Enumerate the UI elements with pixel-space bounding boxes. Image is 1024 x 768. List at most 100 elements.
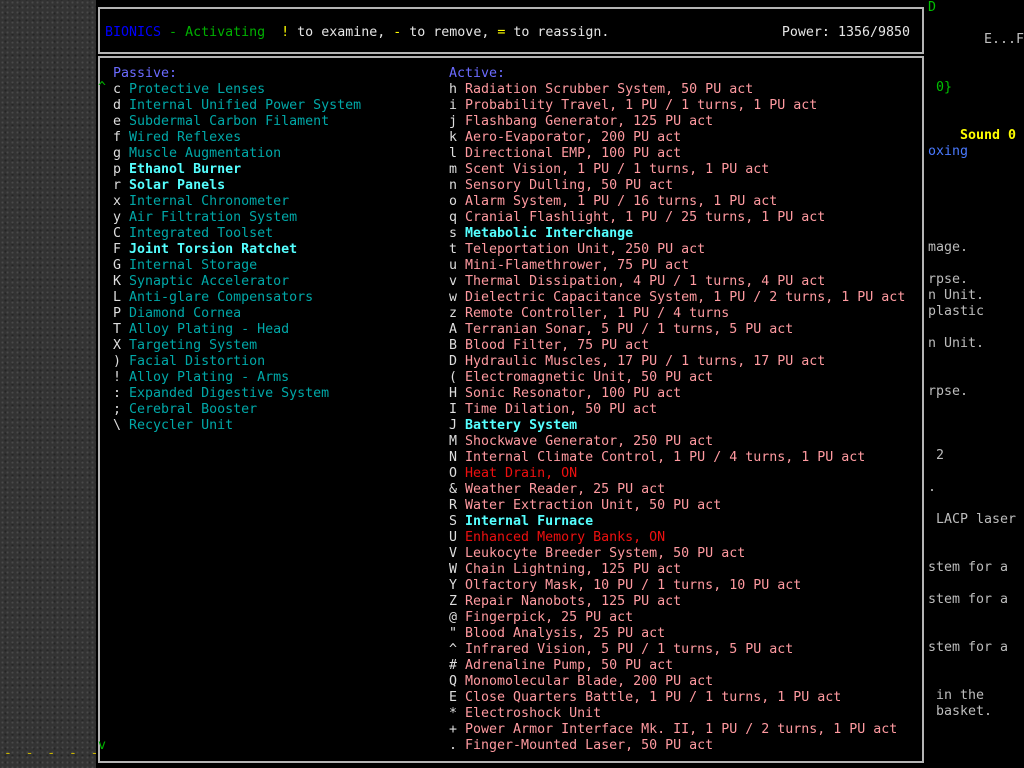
active-bionic-item[interactable]: ^ Infrared Vision, 5 PU / 1 turns, 5 PU …	[449, 642, 793, 658]
passive-bionic-item[interactable]: T Alloy Plating - Head	[113, 322, 289, 338]
bionic-key: O	[449, 466, 458, 481]
active-bionic-item[interactable]: h Radiation Scrubber System, 50 PU act	[449, 82, 753, 98]
passive-bionic-item[interactable]: X Targeting System	[113, 338, 257, 354]
passive-bionic-item[interactable]: f Wired Reflexes	[113, 130, 241, 146]
bionic-name: Close Quarters Battle, 1 PU / 1 turns, 1…	[457, 690, 842, 705]
active-bionic-item[interactable]: t Teleportation Unit, 250 PU act	[449, 242, 705, 258]
bionic-name: Recycler Unit	[121, 418, 234, 433]
active-bionic-item[interactable]: v Thermal Dissipation, 4 PU / 1 turns, 4…	[449, 274, 825, 290]
passive-bionic-item[interactable]: p Ethanol Burner	[113, 162, 241, 178]
passive-bionic-item[interactable]: ! Alloy Plating - Arms	[113, 370, 289, 386]
passive-bionic-item[interactable]: d Internal Unified Power System	[113, 98, 361, 114]
active-bionic-item[interactable]: l Directional EMP, 100 PU act	[449, 146, 681, 162]
passive-bionic-item[interactable]: x Internal Chronometer	[113, 194, 289, 210]
active-bionic-item[interactable]: Y Olfactory Mask, 10 PU / 1 turns, 10 PU…	[449, 578, 801, 594]
passive-bionic-item[interactable]: \ Recycler Unit	[113, 418, 233, 434]
bionic-key: G	[113, 258, 122, 273]
active-bionic-item[interactable]: . Finger-Mounted Laser, 50 PU act	[449, 738, 713, 754]
active-bionic-item[interactable]: O Heat Drain, ON	[449, 466, 577, 482]
bionic-key: N	[449, 450, 458, 465]
active-bionic-item[interactable]: E Close Quarters Battle, 1 PU / 1 turns,…	[449, 690, 841, 706]
log-fragment: LACP laser	[936, 512, 1017, 527]
bionic-key: n	[449, 178, 458, 193]
passive-bionic-item[interactable]: P Diamond Cornea	[113, 306, 241, 322]
active-bionic-item[interactable]: o Alarm System, 1 PU / 16 turns, 1 PU ac…	[449, 194, 777, 210]
active-bionic-item[interactable]: k Aero-Evaporator, 200 PU act	[449, 130, 681, 146]
bionic-name: Alloy Plating - Head	[121, 322, 290, 337]
active-bionic-item[interactable]: A Terranian Sonar, 5 PU / 1 turns, 5 PU …	[449, 322, 793, 338]
active-bionic-item[interactable]: * Electroshock Unit	[449, 706, 601, 722]
active-bionic-item[interactable]: H Sonic Resonator, 100 PU act	[449, 386, 681, 402]
bionic-key: d	[113, 98, 122, 113]
bionic-key: (	[449, 370, 458, 385]
active-bionic-item[interactable]: ( Electromagnetic Unit, 50 PU act	[449, 370, 713, 386]
power-readout: Power: 1356/9850	[781, 25, 910, 40]
bionic-key: r	[113, 178, 122, 193]
active-bionic-item[interactable]: w Dielectric Capacitance System, 1 PU / …	[449, 290, 905, 306]
bionic-name: Blood Analysis, 25 PU act	[457, 626, 666, 641]
passive-bionic-item[interactable]: L Anti-glare Compensators	[113, 290, 313, 306]
bionic-name: Synaptic Accelerator	[121, 274, 290, 289]
bionic-key: D	[449, 354, 458, 369]
active-bionic-item[interactable]: + Power Armor Interface Mk. II, 1 PU / 2…	[449, 722, 897, 738]
active-bionic-item[interactable]: z Remote Controller, 1 PU / 4 turns	[449, 306, 729, 322]
header-mode: Activating	[185, 25, 266, 40]
active-bionic-item[interactable]: # Adrenaline Pump, 50 PU act	[449, 658, 673, 674]
active-bionic-item[interactable]: I Time Dilation, 50 PU act	[449, 402, 657, 418]
bionic-name: Internal Climate Control, 1 PU / 4 turns…	[457, 450, 866, 465]
active-bionic-item[interactable]: V Leukocyte Breeder System, 50 PU act	[449, 546, 745, 562]
passive-bionic-item[interactable]: ) Facial Distortion	[113, 354, 265, 370]
scroll-up-icon[interactable]: ^	[98, 80, 106, 96]
active-bionic-item[interactable]: j Flashbang Generator, 125 PU act	[449, 114, 713, 130]
active-bionic-item[interactable]: u Mini-Flamethrower, 75 PU act	[449, 258, 689, 274]
bionic-name: Alloy Plating - Arms	[121, 370, 290, 385]
bionic-name: Hydraulic Muscles, 17 PU / 1 turns, 17 P…	[457, 354, 826, 369]
bionic-name: Diamond Cornea	[121, 306, 242, 321]
passive-bionic-item[interactable]: ; Cerebral Booster	[113, 402, 257, 418]
active-bionic-item[interactable]: m Scent Vision, 1 PU / 1 turns, 1 PU act	[449, 162, 769, 178]
active-bionic-item[interactable]: Z Repair Nanobots, 125 PU act	[449, 594, 681, 610]
active-bionic-item[interactable]: q Cranial Flashlight, 1 PU / 25 turns, 1…	[449, 210, 825, 226]
bionic-name: Sensory Dulling, 50 PU act	[457, 178, 674, 193]
active-bionic-item[interactable]: B Blood Filter, 75 PU act	[449, 338, 649, 354]
bionic-key: :	[113, 386, 122, 401]
passive-bionic-item[interactable]: K Synaptic Accelerator	[113, 274, 289, 290]
passive-bionic-item[interactable]: g Muscle Augmentation	[113, 146, 281, 162]
passive-bionic-item[interactable]: e Subdermal Carbon Filament	[113, 114, 329, 130]
passive-bionic-item[interactable]: G Internal Storage	[113, 258, 257, 274]
scroll-down-icon[interactable]: v	[98, 738, 106, 754]
examine-key[interactable]: !	[281, 25, 289, 40]
bionic-key: J	[449, 418, 458, 433]
active-bionic-item[interactable]: U Enhanced Memory Banks, ON	[449, 530, 665, 546]
active-bionic-item[interactable]: S Internal Furnace	[449, 514, 593, 530]
active-bionic-item[interactable]: n Sensory Dulling, 50 PU act	[449, 178, 673, 194]
active-bionic-item[interactable]: " Blood Analysis, 25 PU act	[449, 626, 665, 642]
active-bionic-item[interactable]: i Probability Travel, 1 PU / 1 turns, 1 …	[449, 98, 817, 114]
header-title-line: BIONICS - Activating ! to examine, - to …	[105, 25, 610, 40]
active-bionic-item[interactable]: s Metabolic Interchange	[449, 226, 633, 242]
active-bionic-item[interactable]: R Water Extraction Unit, 50 PU act	[449, 498, 721, 514]
passive-heading: Passive:	[113, 66, 178, 81]
bionic-name: Internal Unified Power System	[121, 98, 362, 113]
active-bionic-item[interactable]: W Chain Lightning, 125 PU act	[449, 562, 681, 578]
log-fragment: .	[928, 480, 937, 495]
active-bionic-item[interactable]: M Shockwave Generator, 250 PU act	[449, 434, 713, 450]
passive-bionic-item[interactable]: : Expanded Digestive System	[113, 386, 329, 402]
active-bionic-item[interactable]: J Battery System	[449, 418, 577, 434]
bionic-name: Directional EMP, 100 PU act	[457, 146, 682, 161]
active-bionic-item[interactable]: D Hydraulic Muscles, 17 PU / 1 turns, 17…	[449, 354, 825, 370]
bionic-key: M	[449, 434, 458, 449]
bionic-key: L	[113, 290, 122, 305]
active-bionic-item[interactable]: & Weather Reader, 25 PU act	[449, 482, 665, 498]
bionic-name: Water Extraction Unit, 50 PU act	[457, 498, 722, 513]
bionic-key: P	[113, 306, 122, 321]
active-bionic-item[interactable]: N Internal Climate Control, 1 PU / 4 tur…	[449, 450, 865, 466]
passive-bionic-item[interactable]: r Solar Panels	[113, 178, 225, 194]
passive-bionic-item[interactable]: F Joint Torsion Ratchet	[113, 242, 297, 258]
bionic-name: Aero-Evaporator, 200 PU act	[457, 130, 682, 145]
passive-bionic-item[interactable]: c Protective Lenses	[113, 82, 265, 98]
passive-bionic-item[interactable]: C Integrated Toolset	[113, 226, 273, 242]
active-bionic-item[interactable]: Q Monomolecular Blade, 200 PU act	[449, 674, 713, 690]
active-bionic-item[interactable]: @ Fingerpick, 25 PU act	[449, 610, 633, 626]
passive-bionic-item[interactable]: y Air Filtration System	[113, 210, 297, 226]
